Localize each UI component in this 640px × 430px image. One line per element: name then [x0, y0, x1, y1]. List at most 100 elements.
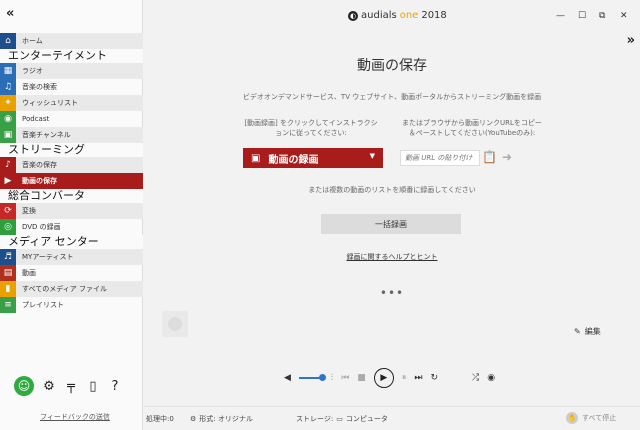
sidebar-item-convert[interactable]: ⟳ 変換: [0, 203, 143, 219]
sidebar-item-label: Podcast: [22, 115, 50, 123]
media-thumbnail[interactable]: [162, 311, 188, 337]
collapse-sidebar-icon[interactable]: «: [6, 6, 14, 21]
music-channel-icon: ▣: [0, 127, 16, 143]
previous-icon[interactable]: ⏮: [341, 373, 349, 383]
devices-icon[interactable]: ▯: [86, 379, 100, 394]
page-title: 動画の保存: [357, 58, 427, 74]
batch-record-button[interactable]: 一括録画: [321, 214, 461, 234]
record-video-label: 動画の録画: [268, 154, 319, 166]
disc-icon: [168, 317, 182, 331]
gear-icon: ⚙: [190, 415, 197, 423]
restore-button[interactable]: ☐: [578, 11, 586, 21]
volume-slider[interactable]: [298, 374, 326, 381]
sidebar: « ⌂ ホーム エンターテイメント ▦ ラジオ ♫ 音楽の検索 ✦ ウィッシュリ…: [0, 0, 143, 430]
eye-icon[interactable]: ◉: [487, 373, 495, 383]
section-entertainment: エンターテイメント: [0, 49, 143, 63]
paint-roller-icon[interactable]: ╤: [64, 379, 78, 394]
dvd-icon: ◎: [0, 219, 16, 235]
sidebar-item-playlists[interactable]: ≡ プレイリスト: [0, 297, 143, 313]
app-year: 2018: [421, 10, 447, 21]
app-title: ◐ audials one 2018: [348, 10, 447, 21]
feedback-link[interactable]: フィードバックの送信: [40, 412, 110, 422]
user-icon[interactable]: ☺: [14, 376, 34, 396]
sidebar-item-videos[interactable]: ▤ 動画: [0, 265, 143, 281]
minimize-button[interactable]: —: [556, 11, 565, 21]
batch-instruction: または複数の動画のリストを順番に録画してください: [308, 186, 476, 194]
sidebar-item-label: 音楽チャンネル: [22, 131, 71, 139]
section-converter: 総合コンバータ: [0, 189, 143, 203]
storage-label: ストレージ:: [296, 415, 334, 423]
help-icon[interactable]: ?: [108, 379, 122, 394]
edit-label: 編集: [584, 327, 601, 336]
sidebar-nav: ⌂ ホーム エンターテイメント ▦ ラジオ ♫ 音楽の検索 ✦ ウィッシュリスト…: [0, 33, 143, 313]
sidebar-item-label: ラジオ: [22, 67, 43, 75]
sidebar-item-label: ホーム: [22, 37, 43, 45]
app-name: audials: [361, 10, 397, 21]
podcast-icon: ◉: [0, 111, 16, 127]
chevron-down-icon[interactable]: ▼: [370, 152, 375, 160]
processing-count: 処理中:0: [146, 415, 174, 423]
audials-logo-icon: ◐: [348, 10, 358, 21]
sidebar-item-label: ウィッシュリスト: [22, 99, 78, 107]
sidebar-item-label: すべてのメディア ファイル: [22, 285, 107, 293]
play-button[interactable]: ▶: [373, 368, 394, 388]
music-save-icon: ♪: [0, 157, 16, 173]
record-video-button[interactable]: ▣ 動画の録画 ▼: [243, 148, 383, 168]
sidebar-item-podcast[interactable]: ◉ Podcast: [0, 111, 143, 127]
sidebar-item-dvd-record[interactable]: ◎ DVD の録画: [0, 219, 143, 235]
video-url-input[interactable]: [400, 150, 480, 166]
arrow-right-icon[interactable]: ➜: [502, 150, 512, 164]
folder-icon: ▮: [0, 281, 16, 297]
radio-icon: ▦: [0, 63, 16, 79]
expand-panel-icon[interactable]: »: [627, 33, 635, 48]
sidebar-item-wishlist[interactable]: ✦ ウィッシュリスト: [0, 95, 143, 111]
volume-icon[interactable]: ◀: [284, 373, 291, 383]
monitor-icon: ▭: [336, 415, 343, 423]
sidebar-item-music-channel[interactable]: ▣ 音楽チャンネル: [0, 127, 143, 143]
help-link[interactable]: 録画に関するヘルプとヒント: [144, 252, 640, 262]
pause-icon[interactable]: ⏸: [402, 373, 407, 383]
clipboard-icon[interactable]: 📋: [482, 150, 497, 164]
player-controls: ◀ ⫶ ⏮ ■ ▶ ⏸ ⏭ ↻ ⤮ ◉: [284, 368, 495, 388]
sidebar-item-all-media[interactable]: ▮ すべてのメディア ファイル: [0, 281, 143, 297]
sidebar-item-label: 動画: [22, 269, 36, 277]
more-icon[interactable]: •••: [144, 286, 640, 300]
sidebar-item-music-search[interactable]: ♫ 音楽の検索: [0, 79, 143, 95]
sidebar-item-my-artists[interactable]: ♬ MYアーティスト: [0, 249, 143, 265]
sidebar-item-video-save[interactable]: ▶ 動画の保存: [0, 173, 143, 189]
music-search-icon: ♫: [0, 79, 16, 95]
film-icon: ▤: [0, 265, 16, 281]
sidebar-item-label: プレイリスト: [22, 301, 64, 309]
status-bar: 処理中:0 ⚙ 形式: オリジナル ストレージ: ▭ コンピュータ ✋ すべて停…: [144, 406, 640, 430]
equalizer-icon[interactable]: ⫶: [331, 373, 333, 383]
stop-icon[interactable]: ■: [357, 373, 366, 383]
stop-all-button[interactable]: ✋ すべて停止: [566, 412, 616, 424]
url-instruction: またはブラウザから動画リンクURLをコピー＆ペーストしてください(YouTube…: [402, 119, 542, 137]
video-save-icon: ▶: [0, 173, 16, 189]
gear-icon[interactable]: ⚙: [42, 379, 56, 394]
sidebar-item-label: MYアーティスト: [22, 253, 74, 261]
hand-icon: ✋: [566, 412, 578, 424]
repeat-icon[interactable]: ↻: [430, 373, 438, 383]
sidebar-item-home[interactable]: ⌂ ホーム: [0, 33, 143, 49]
artist-icon: ♬: [0, 249, 16, 265]
edit-button[interactable]: ✎ 編集: [574, 326, 601, 337]
sidebar-item-radio[interactable]: ▦ ラジオ: [0, 63, 143, 79]
sidebar-item-label: 変換: [22, 207, 36, 215]
storage-setting[interactable]: ストレージ: ▭ コンピュータ: [296, 414, 388, 424]
close-button[interactable]: ✕: [620, 11, 628, 21]
main-area: ◐ audials one 2018 — ☐ ⧉ ✕ » 動画の保存 ビデオオン…: [144, 0, 640, 430]
app-edition: one: [399, 10, 419, 21]
shuffle-icon[interactable]: ⤮: [472, 373, 479, 383]
format-setting[interactable]: ⚙ 形式: オリジナル: [190, 414, 253, 424]
next-icon[interactable]: ⏭: [414, 373, 422, 383]
pencil-icon: ✎: [574, 327, 581, 336]
page-subtitle: ビデオオンデマンドサービス、TV ウェブサイト、動画ポータルからストリーミング動…: [242, 93, 542, 101]
sidebar-toolbar: ☺ ⚙ ╤ ▯ ?: [14, 376, 122, 396]
volume-knob[interactable]: [318, 374, 326, 381]
sidebar-item-music-save[interactable]: ♪ 音楽の保存: [0, 157, 143, 173]
convert-icon: ⟳: [0, 203, 16, 219]
sidebar-item-label: DVD の録画: [22, 223, 61, 231]
maximize-button[interactable]: ⧉: [599, 11, 605, 21]
playlist-icon: ≡: [0, 297, 16, 313]
